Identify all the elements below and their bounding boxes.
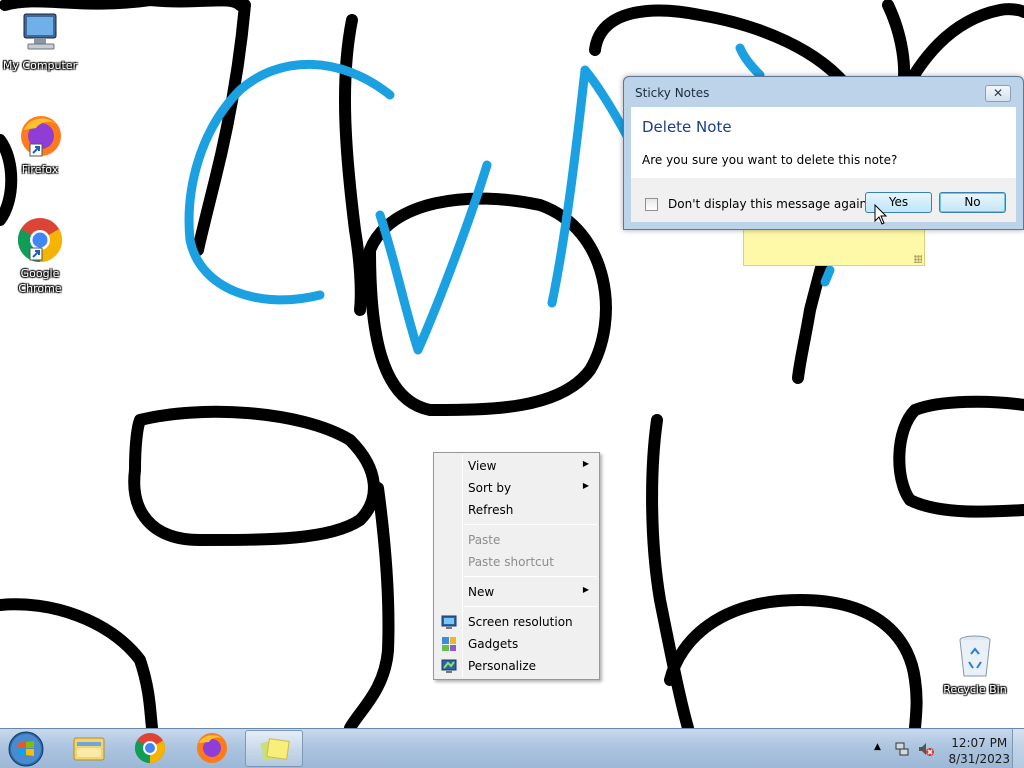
sticky-notes-icon [260, 738, 290, 761]
menu-item-label: Gadgets [468, 637, 519, 651]
sticky-note[interactable] [743, 228, 925, 266]
desktop-icon-recycle-bin[interactable]: Recycle Bin [935, 632, 1015, 697]
menu-item-personalize[interactable]: Personalize [436, 655, 597, 677]
dialog-heading: Delete Note [642, 118, 732, 136]
menu-separator [464, 576, 597, 577]
menu-item-label: Refresh [468, 503, 514, 517]
menu-item-gadgets[interactable]: Gadgets [436, 633, 597, 655]
gadgets-icon [442, 637, 456, 651]
submenu-arrow-icon: ▶ [582, 481, 589, 490]
clock-date: 8/31/2023 [948, 752, 1010, 766]
chrome-icon [16, 216, 64, 264]
firefox-icon [197, 733, 227, 763]
volume-muted-icon[interactable] [918, 741, 934, 757]
personalize-icon [441, 659, 457, 673]
desktop-icon-google-chrome[interactable]: Google Chrome [0, 216, 80, 296]
mouse-cursor-icon [874, 204, 888, 225]
desktop-icon-firefox[interactable]: Firefox [0, 112, 80, 177]
dont-display-again-label[interactable]: Don't display this message again [668, 197, 867, 211]
menu-separator [464, 606, 597, 607]
menu-item-label: Screen resolution [468, 615, 573, 629]
dialog-message: Are you sure you want to delete this not… [642, 153, 898, 167]
taskbar-clock[interactable]: 12:07 PM 8/31/2023 [948, 735, 1010, 767]
computer-icon [16, 8, 64, 56]
menu-item-label: Paste shortcut [468, 555, 554, 569]
close-button[interactable]: ✕ [985, 85, 1011, 102]
show-hidden-icons-icon[interactable]: ▲ [874, 742, 881, 752]
firefox-icon [16, 112, 64, 160]
dialog-footer: Don't display this message again Yes No [631, 178, 1016, 222]
menu-item-label: Paste [468, 533, 501, 547]
submenu-arrow-icon: ▶ [582, 585, 589, 594]
windows-start-icon [8, 731, 44, 767]
screen-resolution-icon [441, 615, 457, 629]
desktop[interactable]: My Computer Firefox Google Chrome Recycl… [0, 0, 1024, 728]
resize-grip-icon[interactable] [914, 255, 922, 263]
clock-time: 12:07 PM [951, 736, 1008, 750]
desktop-icon-label: Firefox [21, 163, 59, 176]
menu-item-label: Sort by [468, 481, 512, 495]
dialog-content: Delete Note Are you sure you want to del… [631, 107, 1016, 178]
dont-display-again-checkbox[interactable] [645, 198, 658, 211]
show-desktop-button[interactable] [1012, 729, 1024, 768]
dialog-title: Sticky Notes [635, 86, 710, 100]
submenu-arrow-icon: ▶ [582, 459, 589, 468]
desktop-icon-my-computer[interactable]: My Computer [0, 8, 80, 73]
taskbar-windows-explorer[interactable] [60, 730, 118, 767]
dialog-titlebar[interactable]: Sticky Notes ✕ [624, 77, 1023, 107]
menu-separator [464, 524, 597, 525]
menu-item-paste-shortcut[interactable]: Paste shortcut [436, 551, 597, 573]
menu-item-sort-by[interactable]: Sort by ▶ [436, 477, 597, 499]
recycle-bin-icon [951, 632, 999, 680]
menu-item-label: New [468, 585, 495, 599]
menu-item-label: View [468, 459, 497, 473]
start-button[interactable] [6, 731, 46, 767]
taskbar-firefox[interactable] [183, 730, 241, 767]
taskbar-sticky-notes[interactable] [245, 730, 303, 767]
delete-note-dialog[interactable]: Sticky Notes ✕ Delete Note Are you sure … [623, 76, 1024, 230]
menu-item-view[interactable]: View ▶ [436, 455, 597, 477]
menu-item-label: Personalize [468, 659, 537, 673]
chrome-icon [134, 733, 166, 763]
no-button[interactable]: No [939, 192, 1006, 213]
menu-item-screen-resolution[interactable]: Screen resolution [436, 611, 597, 633]
desktop-icon-label: Google Chrome [18, 267, 62, 295]
menu-item-new[interactable]: New ▶ [436, 581, 597, 603]
desktop-context-menu: View ▶ Sort by ▶ Refresh Paste Paste sho… [433, 452, 600, 680]
desktop-icon-label: Recycle Bin [943, 683, 1007, 696]
system-tray: ▲ 12:07 PM 8/31/2023 [864, 729, 1024, 768]
taskbar-chrome[interactable] [121, 730, 179, 767]
windows-explorer-icon [73, 737, 105, 761]
network-icon[interactable] [894, 741, 910, 757]
menu-item-refresh[interactable]: Refresh [436, 499, 597, 521]
menu-item-paste[interactable]: Paste [436, 529, 597, 551]
close-icon: ✕ [992, 86, 1004, 100]
desktop-icon-label: My Computer [2, 59, 78, 72]
taskbar: ▲ 12:07 PM 8/31/2023 [0, 728, 1024, 768]
